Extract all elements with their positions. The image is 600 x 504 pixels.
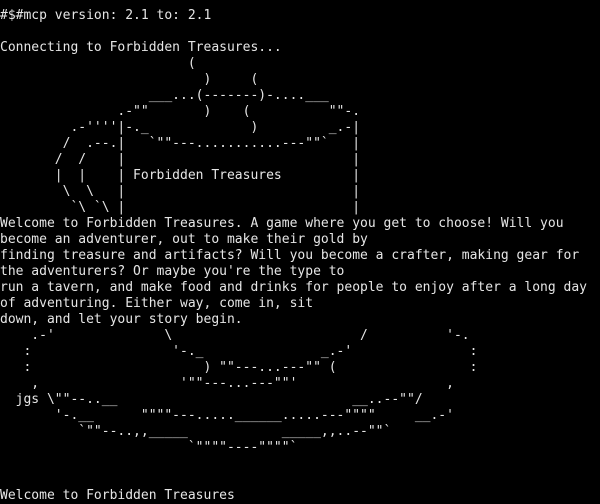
- ascii-art-line: jgs \""--..__ __..--""/: [0, 392, 423, 407]
- terminal-line: #$#mcp version: 2.1 to: 2.1: [0, 8, 212, 23]
- ascii-art-line: : ) ""---...---"" ( :: [0, 360, 478, 375]
- ascii-art-line: .-''''|-._ ) _.-|: [0, 120, 361, 135]
- ascii-art-line: \ \ | |: [0, 184, 361, 199]
- welcome-text-line: run a tavern, and make food and drinks f…: [0, 280, 587, 295]
- ascii-art-line: `""--..,,_____ _____,,..--""`: [0, 424, 392, 439]
- ascii-art-line: / / | |: [0, 152, 361, 167]
- ascii-art-line: `""""----""""`: [0, 440, 298, 455]
- ascii-art-line: .-' \ / '-.: [0, 328, 470, 343]
- ascii-art-line: .-"" ) ( ""-.: [0, 104, 361, 119]
- terminal-output: #$#mcp version: 2.1 to: 2.1 Connecting t…: [0, 8, 600, 504]
- ascii-art-line: , '""---...---""' ,: [0, 376, 454, 391]
- ascii-art-line: ___...(-------)-....___: [0, 88, 329, 103]
- terminal-line: Welcome to Forbidden Treasures: [0, 488, 235, 503]
- welcome-text-line: Welcome to Forbidden Treasures. A game w…: [0, 216, 564, 231]
- welcome-text-line: of adventuring. Either way, come in, sit: [0, 296, 314, 311]
- ascii-art-line: ) (: [0, 72, 259, 87]
- welcome-text-line: finding treasure and artifacts? Will you…: [0, 248, 580, 263]
- welcome-text-line: become an adventurer, out to make their …: [0, 232, 368, 247]
- terminal-line: Connecting to Forbidden Treasures...: [0, 40, 282, 55]
- ascii-art-line: '-.__ """"---.....______.....---"""" __.…: [0, 408, 454, 423]
- welcome-text-line: down, and let your story begin.: [0, 312, 243, 327]
- ascii-art-line: : '-._ _.-' :: [0, 344, 478, 359]
- ascii-art-line: / .--.| `""---...........---""` |: [0, 136, 361, 151]
- ascii-art-line: | | | Forbidden Treasures |: [0, 168, 361, 183]
- ascii-art-line: `\ `\ | |: [0, 200, 361, 215]
- welcome-text-line: the adventurers? Or maybe you're the typ…: [0, 264, 345, 279]
- ascii-art-line: (: [0, 56, 196, 71]
